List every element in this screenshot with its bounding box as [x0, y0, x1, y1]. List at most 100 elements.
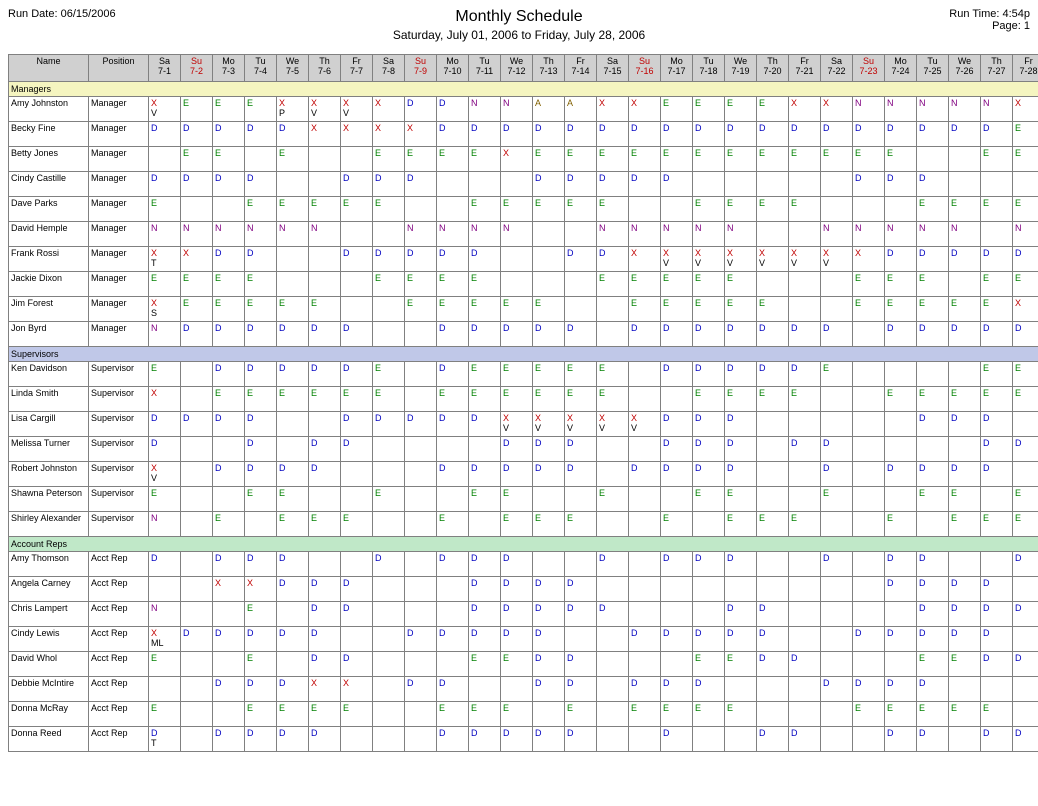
schedule-cell [821, 172, 853, 197]
schedule-cell [981, 677, 1013, 702]
schedule-cell: E [277, 297, 309, 322]
schedule-cell [949, 172, 981, 197]
schedule-cell: E [917, 272, 949, 297]
schedule-cell [245, 512, 277, 537]
schedule-cell [853, 387, 885, 412]
schedule-cell: D [309, 462, 341, 487]
schedule-cell [277, 437, 309, 462]
emp-position: Supervisor [89, 412, 149, 437]
schedule-cell: D [821, 322, 853, 347]
schedule-cell [501, 247, 533, 272]
schedule-cell [821, 297, 853, 322]
schedule-cell: D [885, 322, 917, 347]
schedule-cell: E [693, 652, 725, 677]
schedule-cell: E [661, 512, 693, 537]
emp-name: Shawna Peterson [9, 487, 89, 512]
schedule-cell: D [341, 437, 373, 462]
emp-position: Acct Rep [89, 727, 149, 752]
schedule-cell: E [469, 297, 501, 322]
schedule-cell [181, 512, 213, 537]
schedule-cell: D [981, 577, 1013, 602]
schedule-cell [885, 652, 917, 677]
schedule-cell: N [405, 222, 437, 247]
schedule-cell: D [277, 677, 309, 702]
schedule-cell [789, 487, 821, 512]
schedule-cell [565, 272, 597, 297]
schedule-cell: X [405, 122, 437, 147]
schedule-cell: D [533, 627, 565, 652]
schedule-cell: E [277, 702, 309, 727]
schedule-cell [789, 412, 821, 437]
schedule-cell: D [245, 437, 277, 462]
schedule-cell: D [181, 627, 213, 652]
schedule-cell [405, 197, 437, 222]
schedule-cell [213, 702, 245, 727]
schedule-cell: D [565, 172, 597, 197]
schedule-cell: D [661, 122, 693, 147]
schedule-cell: D [149, 172, 181, 197]
schedule-row: Jon ByrdManagerNDDDDDDDDDDDDDDDDDDDDDDD [9, 322, 1038, 347]
schedule-cell: E [341, 387, 373, 412]
schedule-cell [597, 512, 629, 537]
schedule-cell [789, 172, 821, 197]
schedule-cell: E [309, 702, 341, 727]
schedule-cell: D [469, 627, 501, 652]
schedule-cell: E [917, 487, 949, 512]
schedule-cell [661, 487, 693, 512]
schedule-cell: N [885, 222, 917, 247]
schedule-cell [405, 322, 437, 347]
schedule-cell: E [693, 197, 725, 222]
schedule-cell [757, 702, 789, 727]
schedule-cell: E [277, 487, 309, 512]
schedule-cell [597, 677, 629, 702]
schedule-cell: XML [149, 627, 181, 652]
schedule-cell: E [853, 272, 885, 297]
schedule-cell: D [309, 322, 341, 347]
schedule-row: Betty JonesManagerEEEEEEEXEEEEEEEEEEEEEE [9, 147, 1038, 172]
run-date: Run Date: 06/15/2006 [8, 8, 116, 20]
schedule-cell: D [341, 652, 373, 677]
schedule-cell: D [981, 437, 1013, 462]
schedule-cell: D [277, 552, 309, 577]
schedule-cell [309, 552, 341, 577]
schedule-cell: D [213, 677, 245, 702]
schedule-cell: E [565, 362, 597, 387]
schedule-cell: E [501, 197, 533, 222]
schedule-cell: D [885, 677, 917, 702]
emp-position: Manager [89, 247, 149, 272]
schedule-cell: D [693, 437, 725, 462]
schedule-cell: E [661, 97, 693, 122]
schedule-cell: E [981, 387, 1013, 412]
schedule-cell: E [821, 362, 853, 387]
schedule-cell: D [917, 577, 949, 602]
emp-name: Robert Johnston [9, 462, 89, 487]
schedule-cell: E [309, 197, 341, 222]
schedule-cell [373, 462, 405, 487]
schedule-cell [501, 172, 533, 197]
schedule-cell: D [1013, 437, 1038, 462]
schedule-cell: D [725, 362, 757, 387]
schedule-cell: D [821, 677, 853, 702]
schedule-cell: X [853, 247, 885, 272]
schedule-cell [341, 297, 373, 322]
schedule-cell [277, 247, 309, 272]
schedule-cell: D [853, 122, 885, 147]
emp-position: Manager [89, 272, 149, 297]
schedule-cell: E [373, 487, 405, 512]
col-day: Sa7-8 [373, 55, 405, 82]
schedule-cell: D [629, 677, 661, 702]
col-day: Fr7-21 [789, 55, 821, 82]
schedule-cell: D [565, 577, 597, 602]
schedule-cell: E [565, 197, 597, 222]
schedule-cell [181, 577, 213, 602]
schedule-cell: D [725, 602, 757, 627]
schedule-cell: E [373, 147, 405, 172]
schedule-cell [789, 297, 821, 322]
schedule-cell: E [533, 197, 565, 222]
schedule-cell [789, 272, 821, 297]
schedule-cell: D [437, 412, 469, 437]
schedule-cell: E [597, 362, 629, 387]
schedule-cell: D [437, 462, 469, 487]
schedule-cell [821, 727, 853, 752]
emp-position: Supervisor [89, 387, 149, 412]
